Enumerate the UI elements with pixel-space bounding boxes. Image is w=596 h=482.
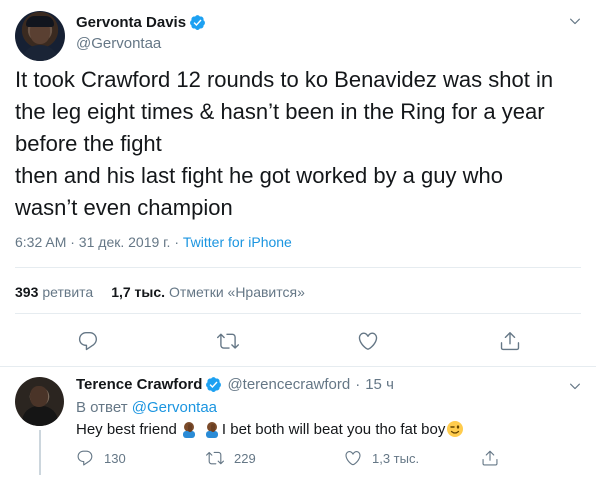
likes-stat[interactable]: 1,7 тыс. Отметки «Нравится» xyxy=(111,284,305,300)
likes-count: 1,7 тыс. xyxy=(111,284,166,300)
reply-icon[interactable] xyxy=(77,330,99,352)
man-facepalming-emoji-icon xyxy=(182,422,195,438)
reply-retweet-action[interactable]: 229 xyxy=(206,449,256,467)
share-icon[interactable] xyxy=(499,330,521,352)
reply-like-action[interactable]: 1,3 тыс. xyxy=(344,449,419,467)
verified-badge-icon xyxy=(206,377,222,392)
reply-text: Hey best friend I bet both will beat you… xyxy=(76,420,465,438)
reply-icon[interactable] xyxy=(76,449,94,467)
reply-avatar[interactable] xyxy=(15,377,64,426)
reply-actions: 130 229 1,3 тыс. xyxy=(76,449,506,469)
reply-to-mention[interactable]: @Gervontaa xyxy=(132,399,217,416)
tweet-actions xyxy=(0,330,596,354)
divider xyxy=(0,366,596,367)
avatar[interactable] xyxy=(15,11,65,61)
retweets-stat[interactable]: 393 ретвита xyxy=(15,284,93,300)
reply-likes-count: 1,3 тыс. xyxy=(372,450,420,466)
retweet-icon[interactable] xyxy=(217,330,239,352)
reply-handle[interactable]: @terencecrawford xyxy=(227,376,350,393)
divider xyxy=(15,313,581,314)
verified-badge-icon xyxy=(190,15,205,30)
header-dot: · xyxy=(355,376,361,393)
reply-time[interactable]: 15 ч xyxy=(365,376,394,393)
reply-retweets-count: 229 xyxy=(234,450,256,466)
tweet-source-link[interactable]: Twitter for iPhone xyxy=(183,234,292,250)
chevron-down-icon[interactable] xyxy=(568,379,582,393)
reply-to-line: В ответ @Gervontaa xyxy=(76,399,217,416)
retweet-icon[interactable] xyxy=(206,449,224,467)
author-display-name[interactable]: Gervonta Davis xyxy=(76,14,186,31)
reply-text-part1: Hey best friend xyxy=(76,420,177,438)
reply-to-prefix: В ответ xyxy=(76,399,128,416)
retweets-label: ретвита xyxy=(42,284,94,300)
meta-separator: · xyxy=(170,234,183,250)
tweet-meta: 6:32 AM · 31 дек. 2019 г. · Twitter for … xyxy=(15,234,292,250)
share-icon[interactable] xyxy=(481,449,499,467)
winking-face-emoji-icon xyxy=(447,421,464,437)
reply-text-part2: I bet both will beat you tho fat boy xyxy=(221,420,446,438)
timestamp[interactable]: 6:32 AM · 31 дек. 2019 г. xyxy=(15,234,170,250)
retweets-count: 393 xyxy=(15,284,39,300)
author-name-row[interactable]: Gervonta Davis xyxy=(76,14,206,31)
heart-icon[interactable] xyxy=(344,449,362,467)
author-handle[interactable]: @Gervontaa xyxy=(76,35,161,52)
likes-label: Отметки «Нравится» xyxy=(169,284,305,300)
tweet-stats: 393 ретвита 1,7 тыс. Отметки «Нравится» xyxy=(15,284,323,300)
tweet-text: It took Crawford 12 rounds to ko Benavid… xyxy=(15,67,554,220)
man-facepalming-emoji-icon xyxy=(205,422,218,438)
chevron-down-icon[interactable] xyxy=(568,14,582,28)
reply-header: Terence Crawford @terencecrawford · 15 ч xyxy=(76,376,394,393)
thread-line xyxy=(39,430,41,475)
divider xyxy=(15,267,581,268)
reply-share-action[interactable] xyxy=(481,449,509,467)
reply-replies-count: 130 xyxy=(104,450,126,466)
reply-reply-action[interactable]: 130 xyxy=(76,449,126,467)
reply-display-name[interactable]: Terence Crawford xyxy=(76,376,202,393)
heart-icon[interactable] xyxy=(357,330,379,352)
